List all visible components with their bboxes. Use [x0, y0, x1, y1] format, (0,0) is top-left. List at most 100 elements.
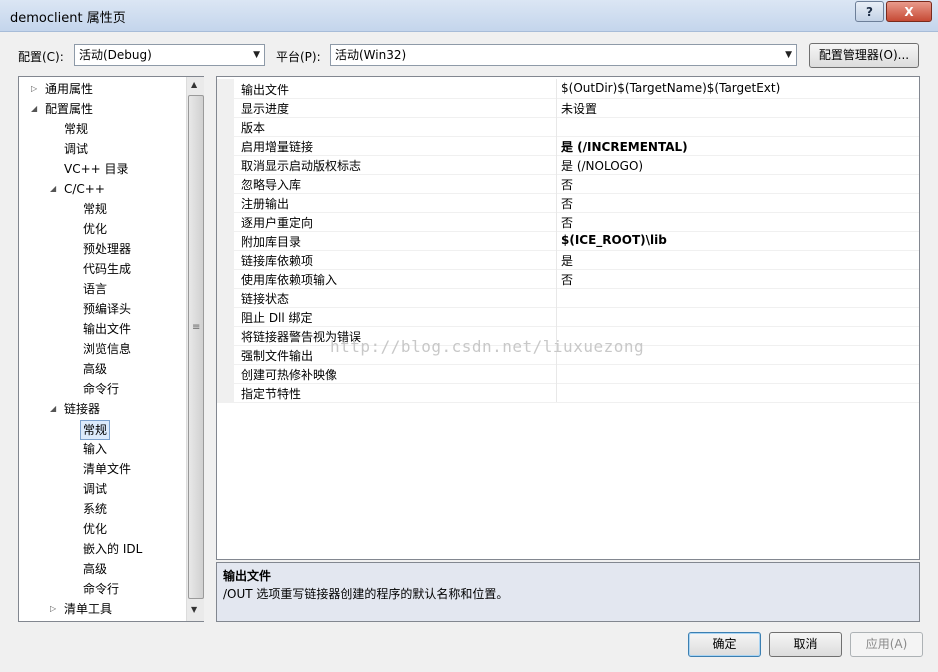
property-value[interactable]: 否	[561, 176, 573, 193]
tree-item[interactable]: 清单工具	[64, 600, 112, 618]
property-value[interactable]: 是 (/NOLOGO)	[561, 157, 643, 174]
property-row[interactable]: 版本	[217, 117, 919, 137]
property-row[interactable]: 注册输出 否	[217, 193, 919, 213]
row-gutter	[217, 326, 234, 345]
description-text: /OUT 选项重写链接器创建的程序的默认名称和位置。	[223, 587, 509, 601]
tree-item[interactable]: VC++ 目录	[64, 160, 129, 178]
column-divider[interactable]	[556, 307, 557, 326]
collapse-arrow-icon[interactable]: ◢	[50, 400, 56, 418]
property-tree[interactable]: ▷ 通用属性 ◢ 配置属性 常规 调试 VC++ 目录 ◢ C/C++ 常规 优化 预处理器 代码生成语…	[18, 76, 204, 622]
property-row[interactable]: 链接库依赖项 是	[217, 250, 919, 270]
tree-item[interactable]: 常规	[83, 200, 107, 218]
row-gutter	[217, 136, 234, 155]
tree-item[interactable]: 命令行	[83, 580, 119, 598]
tree-item[interactable]: 优化	[83, 520, 107, 538]
column-divider[interactable]	[556, 79, 557, 98]
watermark: http://blog.csdn.net/liuxuezong	[330, 337, 645, 356]
column-divider[interactable]	[556, 117, 557, 136]
property-grid[interactable]: 输出文件 $(OutDir)$(TargetName)$(TargetExt) 显示…	[216, 76, 920, 560]
column-divider[interactable]	[556, 174, 557, 193]
property-name: 版本	[241, 121, 266, 135]
property-row[interactable]: 逐用户重定向 否	[217, 212, 919, 232]
property-row[interactable]: 启用增量链接 是 (/INCREMENTAL)	[217, 136, 919, 156]
apply-button[interactable]: 应用(A)	[850, 632, 923, 657]
row-gutter	[217, 79, 234, 98]
tree-item[interactable]: 浏览信息	[83, 340, 131, 358]
tree-item[interactable]: 高级	[83, 560, 107, 578]
column-divider[interactable]	[556, 212, 557, 231]
tree-item[interactable]: 系统	[83, 500, 107, 518]
scroll-down-icon[interactable]: ▼	[191, 605, 197, 614]
property-value[interactable]: $(OutDir)$(TargetName)$(TargetExt)	[561, 81, 780, 95]
collapse-arrow-icon[interactable]: ◢	[31, 100, 37, 118]
property-row[interactable]: 附加库目录 $(ICE_ROOT)\lib	[217, 231, 919, 251]
collapse-arrow-icon[interactable]: ◢	[50, 180, 56, 198]
column-divider[interactable]	[556, 193, 557, 212]
property-value[interactable]: 否	[561, 195, 573, 212]
row-gutter	[217, 307, 234, 326]
window-title: democlient 属性页	[10, 11, 126, 26]
tree-item[interactable]: 优化	[83, 220, 107, 238]
column-divider[interactable]	[556, 231, 557, 250]
description-pane: 输出文件 /OUT 选项重写链接器创建的程序的默认名称和位置。	[216, 562, 920, 622]
property-row[interactable]: 指定节特性	[217, 383, 919, 403]
help-button[interactable]: ?	[855, 1, 884, 22]
ok-button[interactable]: 确定	[688, 632, 761, 657]
scroll-up-icon[interactable]: ▲	[191, 80, 197, 89]
property-row[interactable]: 显示进度 未设置	[217, 98, 919, 118]
expand-arrow-icon[interactable]: ▷	[50, 600, 56, 618]
column-divider[interactable]	[556, 250, 557, 269]
tree-item[interactable]: 通用属性	[45, 80, 93, 98]
property-row[interactable]: 阻止 Dll 绑定	[217, 307, 919, 327]
tree-item[interactable]: 配置属性	[45, 100, 93, 118]
cancel-button[interactable]: 取消	[769, 632, 842, 657]
tree-item[interactable]: 调试	[83, 480, 107, 498]
property-row[interactable]: 忽略导入库 否	[217, 174, 919, 194]
tree-item[interactable]: 清单文件	[83, 460, 131, 478]
config-manager-button[interactable]: 配置管理器(O)...	[809, 43, 919, 68]
tree-item[interactable]: 预编译头	[83, 300, 131, 318]
property-row[interactable]: 取消显示启动版权标志 是 (/NOLOGO)	[217, 155, 919, 175]
property-row[interactable]: 输出文件 $(OutDir)$(TargetName)$(TargetExt)	[217, 79, 919, 99]
column-divider[interactable]	[556, 155, 557, 174]
expand-arrow-icon[interactable]: ▷	[31, 80, 37, 98]
tree-item[interactable]: C/C++	[64, 180, 105, 198]
tree-item[interactable]: 常规	[64, 120, 88, 138]
property-row[interactable]: 创建可热修补映像	[217, 364, 919, 384]
tree-item[interactable]: 高级	[83, 360, 107, 378]
column-divider[interactable]	[556, 269, 557, 288]
property-row[interactable]: 使用库依赖项输入 否	[217, 269, 919, 289]
tree-item[interactable]: 代码生成	[83, 260, 131, 278]
scrollbar-thumb[interactable]: ≡	[188, 95, 204, 599]
close-button[interactable]: X	[886, 1, 932, 22]
tree-item[interactable]: 输入	[83, 440, 107, 458]
property-name: 逐用户重定向	[241, 216, 314, 230]
column-divider[interactable]	[556, 364, 557, 383]
column-divider[interactable]	[556, 383, 557, 402]
property-value[interactable]: 是	[561, 252, 573, 269]
property-name: 使用库依赖项输入	[241, 273, 338, 287]
property-value[interactable]: $(ICE_ROOT)\lib	[561, 233, 667, 247]
column-divider[interactable]	[556, 98, 557, 117]
help-icon: ?	[866, 4, 873, 19]
property-row[interactable]: 链接状态	[217, 288, 919, 308]
tree-item[interactable]: 语言	[83, 280, 107, 298]
tree-item[interactable]: 嵌入的 IDL	[83, 540, 142, 558]
property-name: 显示进度	[241, 102, 290, 116]
tree-item[interactable]: 常规	[80, 420, 111, 440]
tree-item[interactable]: 调试	[64, 140, 88, 158]
property-value[interactable]: 未设置	[561, 100, 597, 117]
property-value[interactable]: 是 (/INCREMENTAL)	[561, 138, 688, 155]
platform-select[interactable]: 活动(Win32) ▼	[330, 44, 797, 66]
config-value: 活动(Debug)	[79, 48, 152, 62]
property-value[interactable]: 否	[561, 214, 573, 231]
tree-item[interactable]: 命令行	[83, 380, 119, 398]
tree-item[interactable]: 输出文件	[83, 320, 131, 338]
tree-item[interactable]: 链接器	[64, 400, 100, 418]
column-divider[interactable]	[556, 288, 557, 307]
column-divider[interactable]	[556, 136, 557, 155]
property-value[interactable]: 否	[561, 271, 573, 288]
config-select[interactable]: 活动(Debug) ▼	[74, 44, 265, 66]
tree-scrollbar[interactable]: ▲ ≡ ▼	[186, 77, 204, 621]
tree-item[interactable]: 预处理器	[83, 240, 131, 258]
